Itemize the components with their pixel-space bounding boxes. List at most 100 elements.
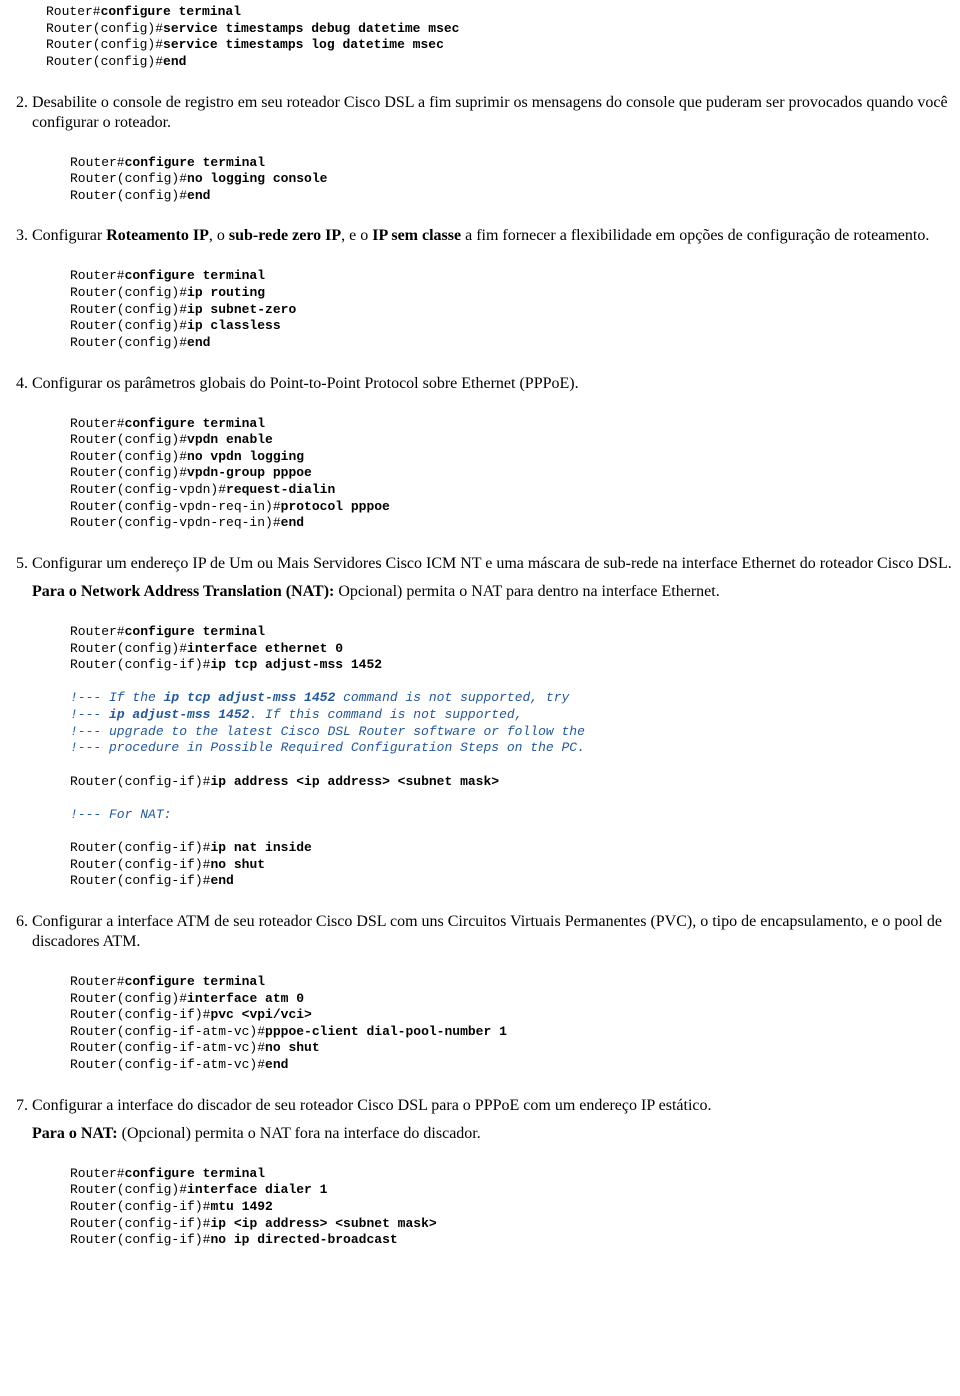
- command: service timestamps debug datetime msec: [163, 21, 459, 36]
- prompt: Router(config-if)#: [70, 657, 210, 672]
- prompt: Router(config)#: [70, 465, 187, 480]
- command: configure terminal: [125, 416, 265, 431]
- command: end: [265, 1057, 288, 1072]
- code-block-1: Router#configure terminal Router(config)…: [46, 4, 952, 71]
- prompt: Router(config)#: [70, 449, 187, 464]
- step-7-text-2: Para o NAT: (Opcional) permita o NAT for…: [32, 1124, 952, 1144]
- prompt: Router#: [70, 268, 125, 283]
- prompt: Router(config-if)#: [70, 774, 210, 789]
- prompt: Router(config-if-atm-vc)#: [70, 1024, 265, 1039]
- command: vpdn enable: [187, 432, 273, 447]
- command: request-dialin: [226, 482, 335, 497]
- comment: !--- procedure in Possible Required Conf…: [70, 740, 585, 755]
- text-bold: Para o Network Address Translation (NAT)…: [32, 583, 334, 600]
- text-bold: Roteamento IP: [106, 227, 209, 244]
- text-bold: sub-rede zero IP: [229, 227, 341, 244]
- code-block-7: Router#configure terminal Router(config)…: [70, 1166, 952, 1249]
- step-7: Configurar a interface do discador de se…: [32, 1096, 952, 1249]
- prompt: Router(config)#: [46, 37, 163, 52]
- step-3: Configurar Roteamento IP, o sub-rede zer…: [32, 226, 952, 351]
- command: end: [187, 188, 210, 203]
- prompt: Router(config-if-atm-vc)#: [70, 1040, 265, 1055]
- prompt: Router(config)#: [46, 21, 163, 36]
- prompt: Router(config-if)#: [70, 1199, 210, 1214]
- prompt: Router(config)#: [70, 285, 187, 300]
- text: . If this command is not supported,: [249, 707, 522, 722]
- prompt: Router(config-if)#: [70, 873, 210, 888]
- text-bold: Para o NAT:: [32, 1125, 118, 1142]
- code-block-6: Router#configure terminal Router(config)…: [70, 974, 952, 1074]
- command: interface atm 0: [187, 991, 304, 1006]
- text-bold: IP sem classe: [372, 227, 461, 244]
- comment: !--- If the ip tcp adjust-mss 1452 comma…: [70, 690, 569, 705]
- prompt: Router(config-if)#: [70, 1007, 210, 1022]
- step-5-text-2: Para o Network Address Translation (NAT)…: [32, 582, 952, 602]
- code-block-5: Router#configure terminal Router(config)…: [70, 624, 952, 890]
- command: no shut: [265, 1040, 320, 1055]
- step-6: Configurar a interface ATM de seu rotead…: [32, 912, 952, 1074]
- step-3-text: Configurar Roteamento IP, o sub-rede zer…: [32, 226, 952, 246]
- command: interface dialer 1: [187, 1182, 327, 1197]
- prompt: Router(config-if)#: [70, 840, 210, 855]
- prompt: Router(config-if)#: [70, 1216, 210, 1231]
- prompt: Router#: [70, 155, 125, 170]
- code-block-2: Router#configure terminal Router(config)…: [70, 155, 952, 205]
- prompt: Router(config)#: [46, 54, 163, 69]
- command: ip routing: [187, 285, 265, 300]
- text: !---: [70, 707, 109, 722]
- command: ip nat inside: [210, 840, 311, 855]
- command: no shut: [210, 857, 265, 872]
- command: no vpdn logging: [187, 449, 304, 464]
- prompt: Router#: [70, 974, 125, 989]
- command: end: [163, 54, 186, 69]
- code-block-4: Router#configure terminal Router(config)…: [70, 416, 952, 532]
- step-5: Configurar um endereço IP de Um ou Mais …: [32, 554, 952, 890]
- text: Opcional) permita o NAT para dentro na i…: [334, 583, 719, 600]
- comment: !--- ip adjust-mss 1452. If this command…: [70, 707, 523, 722]
- prompt: Router(config-if-atm-vc)#: [70, 1057, 265, 1072]
- command: pppoe-client dial-pool-number 1: [265, 1024, 507, 1039]
- prompt: Router#: [70, 1166, 125, 1181]
- prompt: Router(config)#: [70, 1182, 187, 1197]
- command: protocol pppoe: [281, 499, 390, 514]
- prompt: Router#: [46, 4, 101, 19]
- text-bold: ip tcp adjust-mss 1452: [164, 690, 336, 705]
- command: configure terminal: [125, 268, 265, 283]
- text: Configurar: [32, 227, 106, 244]
- prompt: Router(config)#: [70, 991, 187, 1006]
- command: mtu 1492: [210, 1199, 272, 1214]
- text: a fim fornecer a flexibilidade em opções…: [461, 227, 929, 244]
- command: configure terminal: [101, 4, 241, 19]
- command: no ip directed-broadcast: [210, 1232, 397, 1247]
- step-4-text: Configurar os parâmetros globais do Poin…: [32, 374, 952, 394]
- step-2: Desabilite o console de registro em seu …: [32, 93, 952, 205]
- text: , e o: [341, 227, 372, 244]
- command: ip <ip address> <subnet mask>: [210, 1216, 436, 1231]
- command: ip classless: [187, 318, 281, 333]
- comment: !--- For NAT:: [70, 807, 171, 822]
- command: configure terminal: [125, 1166, 265, 1181]
- command: ip tcp adjust-mss 1452: [210, 657, 382, 672]
- prompt: Router(config-vpdn-req-in)#: [70, 515, 281, 530]
- prompt: Router(config-vpdn)#: [70, 482, 226, 497]
- prompt: Router(config-vpdn-req-in)#: [70, 499, 281, 514]
- command: ip address <ip address> <subnet mask>: [210, 774, 499, 789]
- command: interface ethernet 0: [187, 641, 343, 656]
- prompt: Router(config)#: [70, 188, 187, 203]
- text-bold: ip adjust-mss 1452: [109, 707, 249, 722]
- prompt: Router(config)#: [70, 171, 187, 186]
- prompt: Router(config)#: [70, 302, 187, 317]
- prompt: Router(config-if)#: [70, 857, 210, 872]
- prompt: Router(config)#: [70, 335, 187, 350]
- command: service timestamps log datetime msec: [163, 37, 444, 52]
- command: no logging console: [187, 171, 327, 186]
- step-5-text-1: Configurar um endereço IP de Um ou Mais …: [32, 554, 952, 574]
- code-block-3: Router#configure terminal Router(config)…: [70, 268, 952, 351]
- command: pvc <vpi/vci>: [210, 1007, 311, 1022]
- step-list: Desabilite o console de registro em seu …: [8, 93, 952, 1249]
- command: end: [210, 873, 233, 888]
- text: !--- If the: [70, 690, 164, 705]
- step-2-text: Desabilite o console de registro em seu …: [32, 93, 952, 133]
- prompt: Router#: [70, 416, 125, 431]
- step-4: Configurar os parâmetros globais do Poin…: [32, 374, 952, 532]
